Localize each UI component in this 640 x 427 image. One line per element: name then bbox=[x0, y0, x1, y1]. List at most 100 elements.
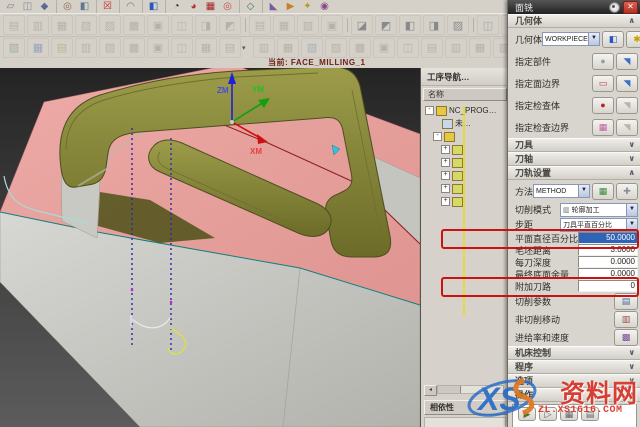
toolbar-button[interactable]: ▨ bbox=[325, 38, 347, 58]
clock-icon[interactable]: ◔ bbox=[168, 0, 185, 13]
mesh-button[interactable]: ▦ bbox=[592, 119, 614, 136]
toolbar-dropdown-arrow-icon[interactable]: ▾ bbox=[242, 44, 252, 52]
toolbar-button[interactable]: ▥ bbox=[445, 38, 467, 58]
verify-button[interactable]: ▦ bbox=[560, 407, 578, 421]
flash-button[interactable]: ◥ bbox=[616, 53, 638, 70]
stepover-combo[interactable]: 刀具平直百分比▼ bbox=[560, 218, 638, 232]
toolbar-button[interactable]: ▤ bbox=[219, 38, 241, 58]
red-body-button[interactable]: ● bbox=[592, 97, 614, 114]
toolbar-button[interactable]: ▣ bbox=[373, 38, 395, 58]
toolbar-button[interactable]: ▧ bbox=[301, 38, 323, 58]
toolbar-button[interactable]: ▦ bbox=[27, 38, 49, 58]
tree-expander-icon[interactable]: - bbox=[433, 132, 442, 141]
tree-item[interactable]: + bbox=[421, 182, 509, 195]
tree-expander-icon[interactable]: + bbox=[441, 197, 450, 206]
cut-pattern-combo[interactable]: ▥轮廓加工▼ bbox=[560, 203, 638, 217]
tree-item[interactable]: + bbox=[421, 143, 509, 156]
blank-distance-input[interactable]: 3.0000 bbox=[578, 244, 638, 256]
hole-icon[interactable]: ◎ bbox=[59, 0, 76, 13]
chevron-up-icon[interactable]: ∧ bbox=[629, 15, 636, 27]
depth-per-cut-input[interactable]: 0.0000 bbox=[578, 256, 638, 268]
program-section[interactable]: 程序∨ bbox=[508, 360, 640, 374]
tree-item[interactable]: 未… bbox=[421, 117, 509, 130]
scroll-left-arrow-icon[interactable]: ◂ bbox=[424, 385, 437, 396]
non-cut-button[interactable]: ▥ bbox=[614, 311, 638, 328]
toolbar-button[interactable]: ▤ bbox=[249, 15, 271, 35]
snap-icon[interactable]: ✦ bbox=[299, 0, 316, 13]
toolbar-button[interactable]: ▣ bbox=[321, 15, 343, 35]
toolbar-button[interactable]: ▨ bbox=[99, 38, 121, 58]
plane-diameter-percent-input[interactable]: 50.0000 bbox=[578, 232, 638, 244]
tree-expander-icon[interactable]: - bbox=[425, 106, 434, 115]
machine-control-section[interactable]: 机床控制∨ bbox=[508, 346, 640, 360]
toolbar-button[interactable]: ▤ bbox=[421, 38, 443, 58]
delete-red-icon[interactable]: ☒ bbox=[99, 0, 116, 13]
tree-expander-icon[interactable]: + bbox=[441, 184, 450, 193]
toolbar-button[interactable]: ▩ bbox=[123, 15, 145, 35]
toolbar-button[interactable]: ◨ bbox=[195, 15, 217, 35]
wrench-button[interactable]: ✚ bbox=[616, 183, 638, 200]
toolbar-button[interactable]: ▩ bbox=[123, 38, 145, 58]
toolbar-button[interactable]: ▧ bbox=[3, 38, 25, 58]
chevron-down-icon[interactable]: ∨ bbox=[629, 139, 636, 151]
toolbar-button[interactable]: ▦ bbox=[469, 38, 491, 58]
toolbar-button[interactable]: ▥ bbox=[27, 15, 49, 35]
final-floor-stock-input[interactable]: 0.0000 bbox=[578, 268, 638, 280]
mill-method-icon[interactable]: ◧ bbox=[399, 15, 421, 35]
datum-plane-icon[interactable]: ◫ bbox=[19, 0, 36, 13]
generate-button[interactable]: ▶ bbox=[518, 407, 536, 421]
chevron-down-icon[interactable]: ∨ bbox=[629, 153, 636, 165]
list-button[interactable]: ▤ bbox=[581, 407, 599, 421]
chevron-down-icon[interactable]: ▼ bbox=[578, 185, 589, 197]
tree-item[interactable]: -NC_PROG… bbox=[421, 104, 509, 117]
method-combo[interactable]: METHOD▼ bbox=[533, 184, 590, 198]
tree-item[interactable]: - bbox=[421, 130, 509, 143]
actions-section[interactable]: 操作∧ bbox=[508, 388, 640, 402]
toolbar-button[interactable]: ◫ bbox=[171, 15, 193, 35]
flash-button[interactable]: ◥ bbox=[616, 75, 638, 92]
chevron-down-icon[interactable]: ∨ bbox=[629, 375, 636, 387]
scrollbar-thumb[interactable] bbox=[438, 386, 461, 393]
tree-item[interactable]: + bbox=[421, 169, 509, 182]
toolbar-button[interactable]: ▦ bbox=[277, 38, 299, 58]
toolbar-button[interactable]: ◩ bbox=[219, 15, 241, 35]
assembly-icon[interactable]: ◇ bbox=[242, 0, 259, 13]
calc-button[interactable]: ▦ bbox=[592, 183, 614, 200]
chevron-up-icon[interactable]: ∧ bbox=[629, 167, 636, 179]
chevron-down-icon[interactable]: ▼ bbox=[626, 219, 637, 231]
toolbar-button[interactable]: ▦ bbox=[51, 15, 73, 35]
sphere-red-icon[interactable]: ◕ bbox=[185, 0, 202, 13]
surface-icon[interactable]: ◠ bbox=[122, 0, 139, 13]
orient-icon[interactable]: ▶ bbox=[282, 0, 299, 13]
graphics-viewport[interactable]: ZM YM XM bbox=[0, 68, 420, 427]
toolbar-button[interactable]: ◫ bbox=[171, 38, 193, 58]
chevron-up-icon[interactable]: ∧ bbox=[629, 389, 636, 401]
toolbar-button[interactable]: ▥ bbox=[75, 38, 97, 58]
cut-params-button[interactable]: ▤ bbox=[614, 293, 638, 310]
options-section[interactable]: 选项∨ bbox=[508, 374, 640, 388]
edit-geometry-button[interactable]: ◧ bbox=[602, 31, 624, 48]
chevron-down-icon[interactable]: ▼ bbox=[626, 204, 637, 216]
boundary-button[interactable]: ▭ bbox=[592, 75, 614, 92]
chevron-down-icon[interactable]: ∨ bbox=[629, 361, 636, 373]
tree-expander-icon[interactable]: + bbox=[441, 145, 450, 154]
chevron-down-icon[interactable]: ▼ bbox=[588, 33, 599, 45]
geometry-section[interactable]: 几何体∧ bbox=[508, 14, 640, 28]
balloon-help-icon[interactable] bbox=[609, 2, 620, 13]
toolbar-button[interactable]: ▦ bbox=[273, 15, 295, 35]
tool-section[interactable]: 刀具∨ bbox=[508, 138, 640, 152]
path-settings-section[interactable]: 刀轨设置∧ bbox=[508, 166, 640, 180]
navigator-horizontal-scrollbar[interactable]: ◂ bbox=[424, 385, 504, 394]
boolean-icon[interactable]: ◧ bbox=[76, 0, 93, 13]
flash-dis-button[interactable]: ◥ bbox=[616, 119, 638, 136]
chevron-down-icon[interactable]: ∨ bbox=[629, 347, 636, 359]
toolbar-button[interactable]: ▧ bbox=[75, 15, 97, 35]
sphere-button[interactable]: ● bbox=[592, 53, 614, 70]
block-blue-icon[interactable]: ◧ bbox=[145, 0, 162, 13]
toolbar-button[interactable]: ▨ bbox=[99, 15, 121, 35]
toolbar-button[interactable]: ▣ bbox=[147, 15, 169, 35]
new-geometry-button[interactable]: ✱ bbox=[626, 31, 640, 48]
feeds-button[interactable]: ▩ bbox=[614, 329, 638, 346]
point-icon[interactable]: ◉ bbox=[316, 0, 333, 13]
extrude-icon[interactable]: ◆ bbox=[36, 0, 53, 13]
